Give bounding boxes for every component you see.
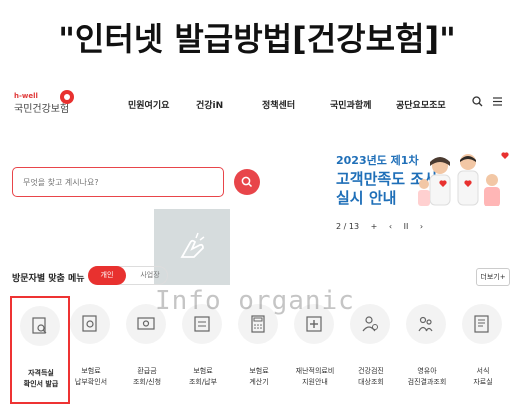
document-check-icon (70, 304, 110, 344)
hamburger-menu-icon[interactable] (492, 96, 503, 110)
menu-tile-qualification-certificate[interactable]: 자격득실 확인서 발급 (10, 296, 70, 404)
nav-item-about[interactable]: 공단요모조모 (396, 98, 446, 111)
menu-tile-payment-certificate[interactable]: 보험료 납부확인서 (62, 296, 122, 404)
search-icon[interactable] (472, 96, 483, 110)
infant-icon (406, 304, 446, 344)
search-box (12, 167, 224, 197)
tile-label: 환급금 (137, 367, 157, 375)
top-navigation: h-well 국민건강보험 민원여기요 건강iN 정책센터 국민과함께 공단요모… (0, 88, 514, 120)
watermark-text: Info organic (155, 286, 355, 316)
banner-pause-button[interactable]: II (404, 222, 409, 231)
tile-label: 납부확인서 (74, 378, 108, 386)
page-heading: "인터넷 발급방법[건강보험]" (58, 20, 456, 58)
nav-item-policy[interactable]: 정책센터 (262, 98, 295, 111)
tile-label: 영유아 (417, 367, 437, 375)
tile-label: 계산기 (249, 378, 269, 386)
forms-icon (462, 304, 502, 344)
banner-pager: 2 / 13 (336, 222, 360, 231)
tile-label: 보험료 (193, 367, 213, 375)
tile-label: 조회/신청 (132, 378, 162, 386)
tile-label: 재난적의료비 (295, 367, 335, 375)
tile-label: 보험료 (249, 367, 269, 375)
tile-label: 자료실 (473, 378, 493, 386)
search-button[interactable] (234, 169, 260, 195)
logo-name: 국민건강보험 (14, 104, 70, 115)
banner-prev-button[interactable]: ‹ (389, 222, 392, 231)
toggle-business[interactable]: 사업장 (132, 266, 168, 285)
tile-label: 조회/납부 (188, 378, 218, 386)
tile-label: 지원안내 (302, 378, 328, 386)
family-illustration (418, 152, 510, 222)
nav-item-civil[interactable]: 민원여기요 (128, 98, 169, 111)
search-input[interactable] (21, 168, 215, 196)
logo[interactable]: h-well 국민건강보험 (14, 90, 74, 115)
nav-item-with-people[interactable]: 국민과함께 (330, 98, 371, 111)
menu-tile-forms[interactable]: 서식 자료실 (454, 296, 514, 404)
banner-subtitle: 2023년도 제1차 (336, 154, 419, 167)
banner-controls: 2 / 13 + ‹ II › (336, 222, 432, 231)
tile-label: 대상조회 (358, 378, 384, 386)
banner-next-button[interactable]: › (420, 222, 423, 231)
person-check-icon (350, 304, 390, 344)
tile-label: 건강검진 (358, 367, 384, 375)
more-button[interactable]: 더보기+ (476, 268, 510, 286)
banner-add-button[interactable]: + (371, 222, 378, 231)
logo-mark-icon (60, 90, 74, 104)
search-icon (241, 176, 253, 188)
visitor-menu-title: 방문자별 맞춤 메뉴 (12, 274, 85, 284)
tile-label: 검진결과조회 (407, 378, 447, 386)
banner-title-line2: 실시 안내 (336, 189, 397, 207)
toggle-personal[interactable]: 개인 (88, 266, 126, 285)
nav-item-health-in[interactable]: 건강iN (196, 98, 223, 111)
finger-heart-icon (180, 232, 205, 258)
menu-tile-infant-checkup[interactable]: 영유아 검진결과조회 (398, 296, 458, 404)
document-search-icon (20, 306, 60, 346)
tile-label: 보험료 (81, 367, 101, 375)
tile-label: 서식 (476, 367, 490, 375)
